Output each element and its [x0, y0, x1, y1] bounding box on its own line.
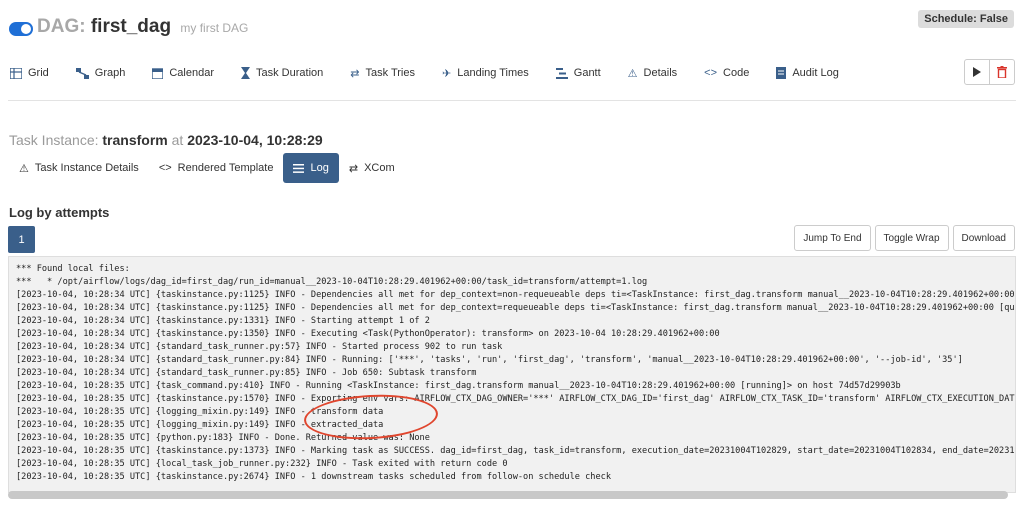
log-line: [2023-10-04, 10:28:34 UTC] {taskinstance… [16, 303, 1016, 313]
dag-prefix: DAG: [37, 16, 86, 37]
toggle-wrap-button[interactable]: Toggle Wrap [874, 225, 949, 251]
gantt-icon [555, 67, 568, 79]
code-icon: <> [704, 67, 718, 79]
log-section-title: Log by attempts [9, 205, 110, 220]
dag-action-buttons [964, 59, 1015, 85]
nav-code[interactable]: <> Code [704, 67, 749, 79]
log-line: *** * /opt/airflow/logs/dag_id=first_dag… [16, 277, 648, 287]
task-instance-task: transform [102, 132, 168, 148]
play-icon [973, 67, 981, 77]
task-instance-datetime: 2023-10-04, 10:28:29 [187, 132, 323, 148]
log-line: [2023-10-04, 10:28:35 UTC] {taskinstance… [16, 446, 1016, 456]
log-line: *** Found local files: [16, 264, 130, 274]
nav-audit-log[interactable]: Audit Log [776, 67, 839, 79]
nav-task-tries[interactable]: ⇄ Task Tries [350, 67, 415, 80]
document-icon [776, 67, 787, 79]
delete-dag-button[interactable] [990, 59, 1015, 85]
nav-grid[interactable]: Grid [10, 67, 49, 79]
log-line: [2023-10-04, 10:28:35 UTC] {task_command… [16, 381, 901, 391]
tab-task-instance-details[interactable]: ⚠ Task Instance Details [9, 153, 149, 183]
nav-graph[interactable]: Graph [75, 67, 126, 79]
log-line: [2023-10-04, 10:28:35 UTC] {local_task_j… [16, 459, 508, 469]
log-output: *** Found local files: *** * /opt/airflo… [8, 256, 1016, 493]
dag-description: my first DAG [180, 21, 249, 35]
schedule-badge: Schedule: False [918, 10, 1014, 28]
tab-rendered-template[interactable]: <> Rendered Template [149, 153, 284, 183]
plane-icon: ✈ [442, 67, 452, 80]
nav-code-label: Code [723, 67, 750, 79]
tab-label: Task Instance Details [34, 162, 139, 174]
trash-icon [997, 66, 1007, 78]
nav-landing-times-label: Landing Times [457, 67, 529, 79]
log-line: [2023-10-04, 10:28:34 UTC] {taskinstance… [16, 290, 1016, 300]
log-line: [2023-10-04, 10:28:34 UTC] {taskinstance… [16, 316, 430, 326]
dag-nav: Grid Graph Calendar Task Duration ⇄ Task… [10, 63, 866, 83]
jump-to-end-button[interactable]: Jump To End [794, 225, 871, 251]
nav-task-duration-label: Task Duration [256, 67, 324, 79]
nav-landing-times[interactable]: ✈ Landing Times [442, 67, 529, 80]
warning-icon: ⚠ [19, 162, 29, 175]
log-line: [2023-10-04, 10:28:34 UTC] {standard_tas… [16, 368, 477, 378]
warning-icon: ⚠ [627, 67, 638, 80]
attempt-1-button[interactable]: 1 [8, 226, 35, 253]
dag-toggle[interactable] [9, 22, 33, 36]
nav-details-label: Details [643, 67, 678, 79]
hourglass-icon [241, 67, 250, 79]
task-instance-tabs: ⚠ Task Instance Details <> Rendered Temp… [9, 153, 405, 183]
dag-title: DAG: first_dag my first DAG [37, 16, 248, 38]
nav-task-tries-label: Task Tries [365, 67, 415, 79]
log-actions: Jump To End Toggle Wrap Download [790, 225, 1015, 251]
exchange-icon: ⇄ [348, 162, 359, 175]
nav-task-duration[interactable]: Task Duration [241, 67, 323, 79]
nav-details[interactable]: ⚠ Details [628, 67, 678, 80]
calendar-icon [152, 67, 164, 79]
task-instance-title: Task Instance: transform at 2023-10-04, … [9, 132, 323, 148]
nav-gantt-label: Gantt [573, 67, 601, 79]
trigger-dag-button[interactable] [964, 59, 990, 85]
nav-graph-label: Graph [94, 67, 126, 79]
list-icon [293, 163, 305, 173]
log-line: [2023-10-04, 10:28:34 UTC] {standard_tas… [16, 342, 503, 352]
code-icon: <> [158, 162, 172, 174]
nav-calendar-label: Calendar [169, 67, 214, 79]
grid-icon [10, 67, 22, 79]
dag-name: first_dag [90, 16, 172, 37]
nav-grid-label: Grid [28, 67, 49, 79]
horizontal-scrollbar[interactable] [8, 491, 1008, 499]
retry-icon: ⇄ [350, 67, 360, 80]
log-line: [2023-10-04, 10:28:35 UTC] {taskinstance… [16, 394, 1016, 404]
tab-log[interactable]: Log [283, 153, 339, 183]
tab-label: Rendered Template [177, 162, 274, 174]
nav-calendar[interactable]: Calendar [152, 67, 214, 79]
nav-audit-log-label: Audit Log [792, 67, 839, 79]
log-lines: *** Found local files: *** * /opt/airflo… [9, 257, 1015, 484]
log-line: [2023-10-04, 10:28:34 UTC] {taskinstance… [16, 329, 720, 339]
tab-label: Log [310, 162, 329, 174]
download-button[interactable]: Download [952, 225, 1015, 251]
tab-label: XCom [364, 162, 395, 174]
graph-icon [75, 67, 89, 79]
log-line: [2023-10-04, 10:28:34 UTC] {standard_tas… [16, 355, 963, 365]
tab-xcom[interactable]: ⇄ XCom [339, 153, 405, 183]
task-instance-at: at [171, 132, 184, 148]
nav-gantt[interactable]: Gantt [555, 67, 601, 79]
divider [8, 100, 1016, 101]
log-line: [2023-10-04, 10:28:35 UTC] {taskinstance… [16, 472, 611, 482]
task-instance-label: Task Instance: [9, 132, 99, 148]
